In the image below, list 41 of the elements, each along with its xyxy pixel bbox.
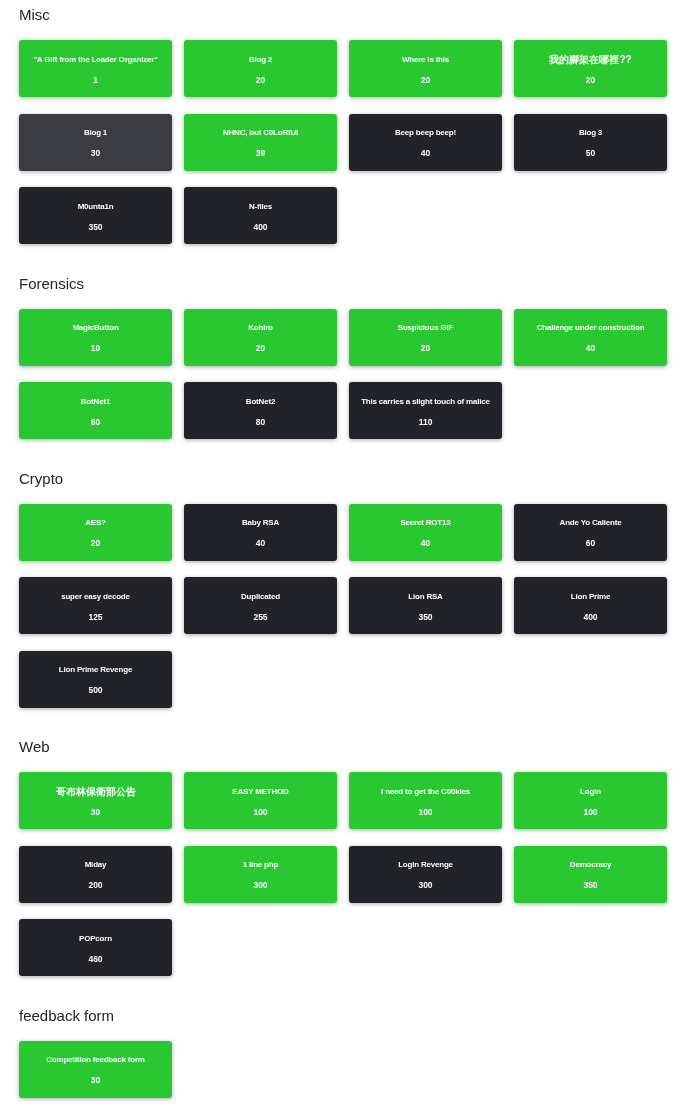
challenge-card[interactable]: Lion Prime 400: [514, 577, 667, 634]
challenge-card[interactable]: AES? 20: [19, 503, 172, 561]
challenge-card[interactable]: 哥布林保衛部公告 30: [19, 772, 172, 829]
challenge-card[interactable]: Suspicious GIF 20: [349, 308, 502, 366]
challenge-card[interactable]: Competition feedback form 30: [19, 1040, 172, 1098]
challenge-card[interactable]: Kohiro 20: [184, 308, 337, 366]
challenge-card[interactable]: Beep beep beep! 40: [349, 113, 502, 171]
category-heading: Forensics: [19, 273, 86, 294]
challenge-card[interactable]: EASY METHOD 100: [184, 772, 337, 829]
challenge-card[interactable]: BotNet1 60: [19, 382, 172, 439]
challenge-card[interactable]: Baby RSA 40: [184, 503, 337, 561]
challenge-card[interactable]: Secret ROT13 40: [349, 503, 502, 561]
challenge-card[interactable]: BotNet2 80: [184, 382, 337, 439]
challenge-card[interactable]: N-files 400: [184, 187, 337, 244]
category-heading: Crypto: [19, 468, 65, 489]
category-heading: Web: [19, 737, 51, 757]
challenge-card[interactable]: Login 100: [514, 772, 667, 829]
challenge-card[interactable]: Lion Prime Revenge 500: [19, 650, 172, 708]
category-heading: feedback form: [19, 1005, 116, 1026]
challenge-card[interactable]: 1 line php 300: [184, 845, 337, 903]
challenge-card[interactable]: Login Revenge 300: [349, 845, 502, 903]
challenge-card[interactable]: Miday 200: [19, 845, 172, 903]
challenge-card[interactable]: I need to get the C00kies 100: [349, 772, 502, 829]
challenge-card[interactable]: POPcorn 460: [19, 919, 172, 976]
challenge-card[interactable]: NHNC, but C0LoRfUl 39: [184, 113, 337, 171]
challenge-card[interactable]: Where is this 20: [349, 40, 502, 97]
challenge-card[interactable]: M0unta1n 350: [19, 187, 172, 244]
challenge-card[interactable]: Blog 3 50: [514, 113, 667, 171]
challenge-card[interactable]: super easy decode 125: [19, 577, 172, 634]
challenge-card[interactable]: Democracy 350: [514, 845, 667, 903]
challenge-card[interactable]: Ande Yo Caliente 60: [514, 503, 667, 561]
category-heading: Misc: [19, 5, 51, 25]
challenge-card[interactable]: Blog 1 30: [19, 113, 172, 171]
challenge-card[interactable]: Duplicated 255: [184, 577, 337, 634]
challenge-card[interactable]: 我的腳架在哪裡?? 20: [514, 40, 667, 97]
challenge-card[interactable]: This carries a slight touch of malice 110: [349, 382, 502, 439]
challenge-card[interactable]: MagicButton 10: [19, 308, 172, 366]
challenge-card[interactable]: Challenge under construction 40: [514, 308, 667, 366]
challenge-card[interactable]: "A Gift from the Leader Organizer" 1: [19, 40, 172, 97]
challenge-card[interactable]: Lion RSA 350: [349, 577, 502, 634]
challenge-card[interactable]: Blog 2 20: [184, 40, 337, 97]
